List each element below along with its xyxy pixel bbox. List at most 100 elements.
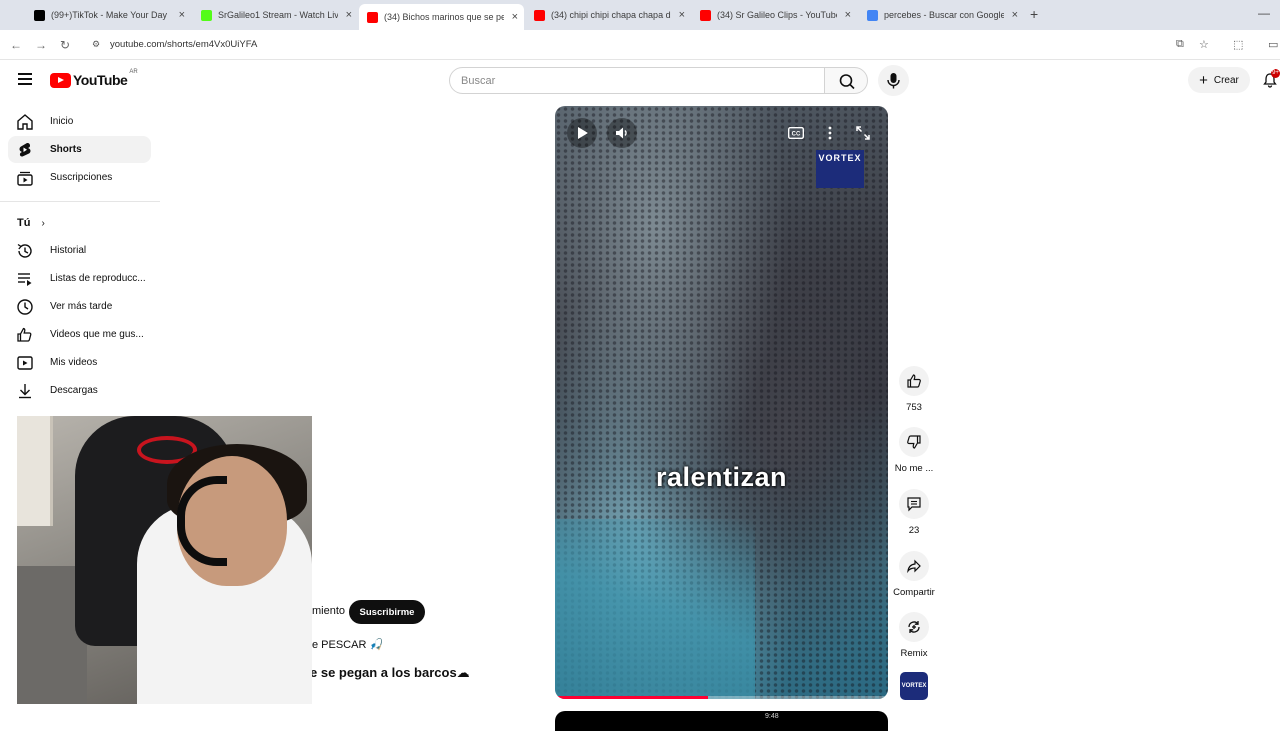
sidebar-item-subscriptions[interactable]: Suscripciones bbox=[8, 164, 151, 191]
subscribe-button[interactable]: Suscribirme bbox=[349, 600, 425, 624]
sidebar-item-watch-later[interactable]: Ver más tarde bbox=[8, 293, 151, 320]
notification-badge: 9+ bbox=[1271, 69, 1280, 78]
menu-icon[interactable] bbox=[18, 73, 32, 85]
sidebar-item-shorts[interactable]: Shorts bbox=[8, 136, 151, 163]
back-icon[interactable]: ← bbox=[10, 38, 22, 52]
next-short-status: 9:48 bbox=[765, 713, 779, 720]
svg-text:CC: CC bbox=[792, 132, 801, 138]
share-action[interactable]: Compartir bbox=[892, 551, 936, 598]
browser-tab[interactable]: SrGalileo1 Stream - Watch Live × bbox=[193, 4, 358, 26]
dislike-action[interactable]: No me ... bbox=[892, 427, 936, 474]
close-tab-icon[interactable]: × bbox=[845, 9, 851, 21]
reload-icon[interactable]: ↻ bbox=[60, 38, 70, 52]
dislike-label: No me ... bbox=[894, 463, 934, 474]
chevron-right-icon: › bbox=[41, 218, 45, 229]
sidebar-item-label: Historial bbox=[50, 245, 87, 256]
profile-icon[interactable]: ▭ bbox=[1268, 38, 1278, 51]
notifications-button[interactable]: 9+ bbox=[1262, 69, 1280, 93]
tab-title: percebes - Buscar con Google bbox=[884, 10, 1004, 20]
next-short-preview[interactable]: 9:48 bbox=[555, 711, 888, 731]
sidebar-item-label: Inicio bbox=[50, 116, 74, 127]
fullscreen-icon bbox=[856, 126, 870, 140]
short-video-player[interactable]: CC ralentizan bbox=[555, 106, 888, 699]
browser-tab[interactable]: (34) Sr Galileo Clips - YouTube × bbox=[692, 4, 857, 26]
forward-icon[interactable]: → bbox=[35, 38, 47, 52]
site-info-icon[interactable]: ⚙ bbox=[92, 39, 100, 50]
like-count: 753 bbox=[906, 402, 922, 413]
search-input[interactable] bbox=[450, 68, 824, 93]
you-section-heading[interactable]: Tú › bbox=[17, 217, 45, 229]
sidebar-item-label: Descargas bbox=[50, 385, 98, 396]
close-tab-icon[interactable]: × bbox=[346, 9, 352, 21]
sidebar-item-label: Ver más tarde bbox=[50, 301, 113, 312]
home-icon bbox=[16, 113, 34, 131]
tab-title: (34) Bichos marinos que se peg bbox=[384, 12, 504, 22]
comment-count: 23 bbox=[908, 525, 920, 536]
sidebar-divider bbox=[0, 201, 160, 202]
sidebar-item-history[interactable]: Historial bbox=[8, 237, 151, 264]
video-caption: ralentizan bbox=[655, 462, 788, 492]
youtube-logo[interactable]: YouTube AR bbox=[50, 69, 138, 88]
sidebar-item-downloads[interactable]: Descargas bbox=[8, 377, 151, 404]
volume-button[interactable] bbox=[607, 118, 637, 148]
remix-action[interactable]: Remix bbox=[892, 612, 936, 659]
close-tab-icon[interactable]: × bbox=[179, 9, 185, 21]
close-tab-icon[interactable]: × bbox=[679, 9, 685, 21]
tab-title: SrGalileo1 Stream - Watch Live bbox=[218, 10, 338, 20]
voice-search-button[interactable] bbox=[878, 65, 909, 96]
more-vertical-icon bbox=[828, 126, 832, 140]
browser-tab[interactable]: percebes - Buscar con Google × bbox=[859, 4, 1024, 26]
sidebar-item-my-videos[interactable]: Mis videos bbox=[8, 349, 151, 376]
sidebar-item-label: Listas de reproducc... bbox=[50, 273, 146, 284]
install-app-icon[interactable]: ⧉ bbox=[1176, 38, 1184, 51]
short-title[interactable]: e se pegan a los barcos☁ bbox=[310, 665, 470, 681]
share-label: Compartir bbox=[893, 587, 935, 598]
extensions-icon[interactable]: ⬚ bbox=[1233, 38, 1243, 51]
share-button[interactable] bbox=[899, 551, 929, 581]
fullscreen-button[interactable] bbox=[848, 118, 878, 148]
play-button[interactable] bbox=[567, 118, 597, 148]
channel-thumbnail[interactable]: VORTEX bbox=[900, 672, 928, 700]
bookmark-star-icon[interactable]: ☆ bbox=[1199, 38, 1209, 51]
address-bar[interactable]: youtube.com/shorts/em4Vx0UiYFA bbox=[110, 39, 257, 50]
browser-tab[interactable]: (34) Bichos marinos que se peg × bbox=[359, 4, 524, 30]
browser-tab[interactable]: (34) chipi chipi chapa chapa du × bbox=[526, 4, 691, 26]
sidebar-item-home[interactable]: Inicio bbox=[8, 108, 151, 135]
browser-tab[interactable]: (99+)TikTok - Make Your Day × bbox=[26, 4, 191, 26]
captions-icon: CC bbox=[788, 127, 804, 139]
youtube-icon bbox=[367, 11, 378, 23]
close-tab-icon[interactable]: × bbox=[512, 11, 518, 23]
captions-button[interactable]: CC bbox=[781, 118, 811, 148]
you-heading-label: Tú bbox=[17, 217, 31, 229]
search-icon bbox=[839, 74, 855, 90]
new-tab-button[interactable]: + bbox=[1030, 6, 1038, 22]
browser-tab-strip: (99+)TikTok - Make Your Day × SrGalileo1 S… bbox=[0, 0, 1280, 30]
short-description: e PESCAR 🎣 bbox=[312, 639, 384, 651]
play-icon bbox=[578, 127, 588, 139]
sidebar-item-label: Shorts bbox=[50, 144, 82, 155]
more-options-button[interactable] bbox=[815, 118, 845, 148]
channel-name[interactable]: miento bbox=[312, 605, 345, 617]
liked-icon bbox=[16, 326, 34, 344]
my-videos-icon bbox=[16, 354, 34, 372]
youtube-icon bbox=[534, 9, 545, 21]
comments-button[interactable] bbox=[899, 489, 929, 519]
playlists-icon bbox=[16, 270, 34, 288]
vortex-watermark: VORTEX bbox=[816, 150, 864, 188]
minimize-button[interactable]: — bbox=[1258, 6, 1270, 20]
dislike-button[interactable] bbox=[899, 427, 929, 457]
remix-icon bbox=[908, 621, 920, 633]
comments-action[interactable]: 23 bbox=[892, 489, 936, 536]
close-tab-icon[interactable]: × bbox=[1012, 9, 1018, 21]
sidebar-item-playlists[interactable]: Listas de reproducc... bbox=[8, 265, 151, 292]
progress-bar[interactable] bbox=[555, 696, 888, 699]
like-button[interactable] bbox=[899, 366, 929, 396]
webcam-overlay bbox=[17, 416, 312, 704]
sidebar-item-liked[interactable]: Videos que me gus... bbox=[8, 321, 151, 348]
like-action[interactable]: 753 bbox=[892, 366, 936, 413]
share-icon bbox=[907, 559, 921, 574]
youtube-icon bbox=[700, 9, 711, 21]
create-button[interactable]: + Crear bbox=[1188, 67, 1250, 93]
search-button[interactable] bbox=[824, 67, 868, 94]
remix-button[interactable] bbox=[899, 612, 929, 642]
